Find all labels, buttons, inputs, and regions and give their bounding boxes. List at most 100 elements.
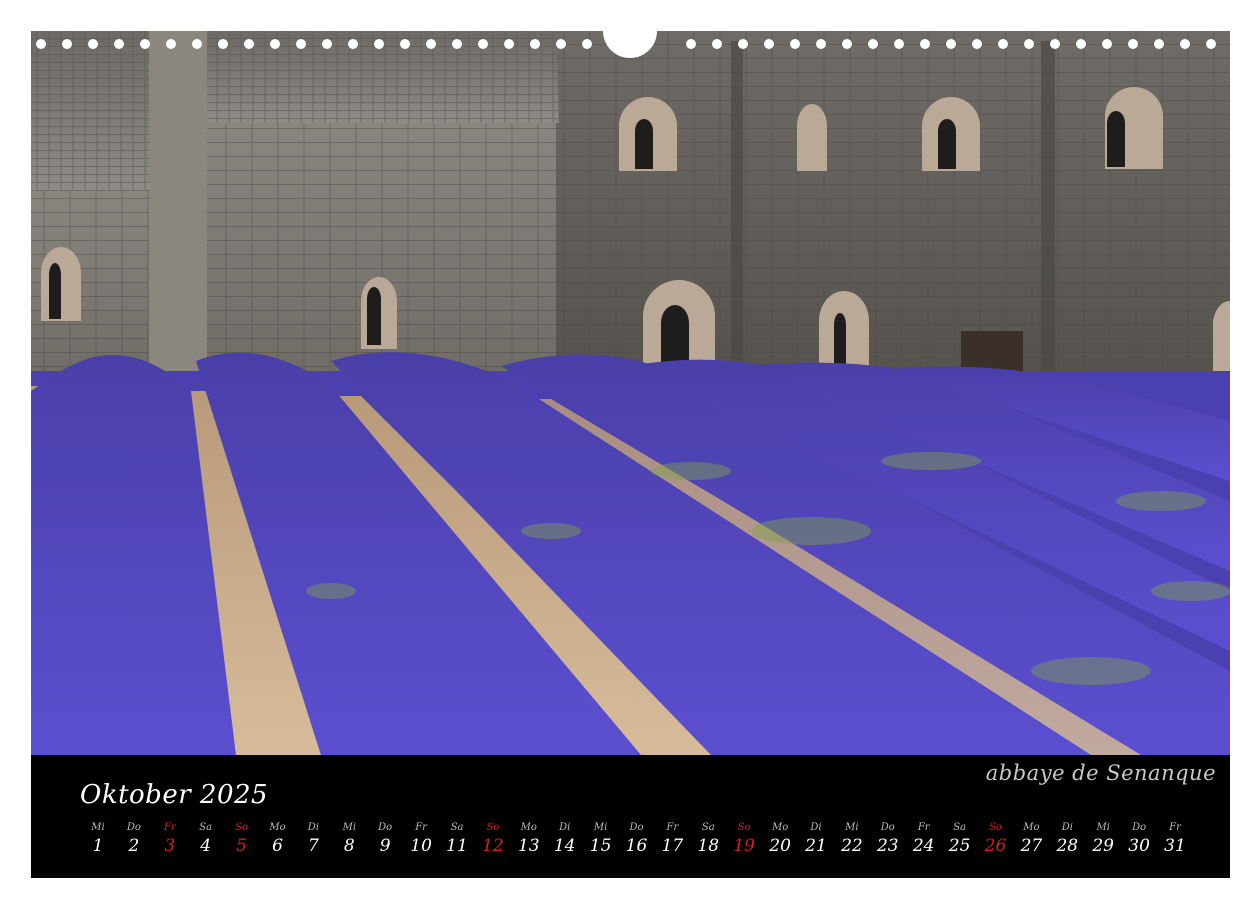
- weekday-label: So: [486, 822, 500, 833]
- day-number: 2: [128, 836, 140, 856]
- calendar-day: Fr 31: [1157, 821, 1193, 858]
- weekday-label: Mo: [269, 822, 286, 833]
- binding-hole: [192, 39, 202, 49]
- weekday-label: So: [737, 822, 751, 833]
- day-number: 12: [482, 836, 504, 856]
- abbey-lavender-illustration: [31, 31, 1230, 755]
- binding-hole: [478, 39, 488, 49]
- weekday-label: Mi: [1096, 822, 1110, 833]
- calendar-photo: [31, 31, 1230, 755]
- binding-hole: [62, 39, 72, 49]
- weekday-label: Mo: [520, 822, 537, 833]
- day-number: 16: [625, 836, 648, 856]
- binding-hole: [686, 39, 696, 49]
- day-number: 26: [984, 836, 1007, 856]
- binding-hole: [322, 39, 332, 49]
- calendar-day: Sa 18: [690, 821, 726, 858]
- day-number: 18: [697, 836, 720, 856]
- calendar-day: Do 9: [367, 821, 403, 858]
- weekday-label: Mi: [91, 822, 105, 833]
- binding-hole: [348, 39, 358, 49]
- calendar-page: abbaye de Senanque Oktober 2025 Mi 1 Do 2 Fr…: [31, 31, 1230, 878]
- binding-hole: [764, 39, 774, 49]
- calendar-hanger-notch: [603, 31, 657, 58]
- binding-hole: [998, 39, 1008, 49]
- weekday-label: Do: [378, 822, 393, 833]
- weekday-label: So: [989, 822, 1002, 833]
- calendar-day: Do 23: [870, 821, 906, 858]
- weekday-label: Di: [810, 822, 822, 833]
- day-number: 31: [1164, 836, 1186, 856]
- calendar-day: Mi 1: [80, 821, 116, 858]
- binding-hole: [712, 39, 722, 49]
- calendar-day: Fr 24: [906, 821, 942, 858]
- calendar-day: Do 30: [1121, 821, 1157, 858]
- weekday-label: Sa: [953, 822, 966, 833]
- binding-hole: [1206, 39, 1216, 49]
- binding-hole: [244, 39, 254, 49]
- weekday-label: So: [235, 822, 249, 833]
- month-title: Oktober 2025: [80, 780, 269, 810]
- calendar-day: Mi 22: [834, 821, 870, 858]
- binding-hole: [1024, 39, 1034, 49]
- binding-hole: [868, 39, 878, 49]
- weekday-label: Do: [1132, 822, 1147, 833]
- binding-hole: [1102, 39, 1112, 49]
- binding-hole: [140, 39, 150, 49]
- binding-hole: [790, 39, 800, 49]
- weekday-label: Mo: [771, 822, 789, 833]
- binding-hole: [88, 39, 98, 49]
- calendar-day: Fr 17: [654, 821, 690, 858]
- day-number: 10: [410, 836, 432, 856]
- calendar-day: Do 2: [116, 821, 152, 858]
- weekday-label: Sa: [199, 822, 213, 833]
- calendar-day: Mi 15: [583, 821, 619, 858]
- weekday-label: Mi: [593, 822, 608, 833]
- weekday-label: Fr: [917, 822, 930, 833]
- calendar-day: Di 21: [798, 821, 834, 858]
- calendar-day: Di 14: [547, 821, 583, 858]
- calendar-day: Mi 8: [331, 821, 367, 858]
- binding-hole: [842, 39, 852, 49]
- day-number: 22: [841, 836, 863, 856]
- binding-hole: [374, 39, 384, 49]
- binding-hole: [504, 39, 514, 49]
- weekday-label: Sa: [450, 822, 464, 833]
- weekday-label: Fr: [1169, 822, 1181, 833]
- day-number: 13: [517, 836, 540, 856]
- weekday-label: Fr: [415, 822, 427, 833]
- weekday-label: Di: [559, 822, 571, 833]
- weekday-label: Do: [126, 822, 141, 833]
- calendar-day: Sa 4: [188, 821, 224, 858]
- calendar-day: Do 16: [619, 821, 655, 858]
- day-number: 28: [1056, 836, 1079, 856]
- calendar-day: Mo 13: [511, 821, 547, 858]
- day-number: 1: [92, 836, 104, 856]
- photo-caption: abbaye de Senanque: [985, 761, 1216, 785]
- binding-hole: [1128, 39, 1138, 49]
- calendar-day: Fr 10: [403, 821, 439, 858]
- day-number: 4: [200, 836, 212, 856]
- day-number: 5: [236, 836, 247, 856]
- binding-hole: [1076, 39, 1086, 49]
- weekday-label: Fr: [163, 822, 176, 833]
- day-number: 20: [769, 836, 791, 856]
- calendar-day: Di 28: [1049, 821, 1085, 858]
- weekday-label: Sa: [701, 822, 715, 833]
- binding-hole: [1180, 39, 1190, 49]
- binding-hole: [452, 39, 462, 49]
- calendar-day: Di 7: [295, 821, 331, 858]
- day-number: 11: [446, 836, 468, 856]
- binding-hole: [270, 39, 280, 49]
- calendar-day: So 12: [475, 821, 511, 858]
- weekday-label: Do: [629, 822, 644, 833]
- binding-hole: [296, 39, 306, 49]
- binding-hole: [1154, 39, 1164, 49]
- weekday-label: Di: [1061, 822, 1073, 833]
- binding-hole: [426, 39, 436, 49]
- binding-hole: [166, 39, 176, 49]
- weekday-label: Mo: [1023, 822, 1040, 833]
- day-number: 8: [343, 836, 355, 856]
- binding-hole: [114, 39, 124, 49]
- day-strip: Mi 1 Do 2 Fr 3 Sa 4 So 5 Mo 6 Di 7 Mi 8 Do 9 Fr 10 Sa 11 So 12 M…: [80, 821, 1200, 861]
